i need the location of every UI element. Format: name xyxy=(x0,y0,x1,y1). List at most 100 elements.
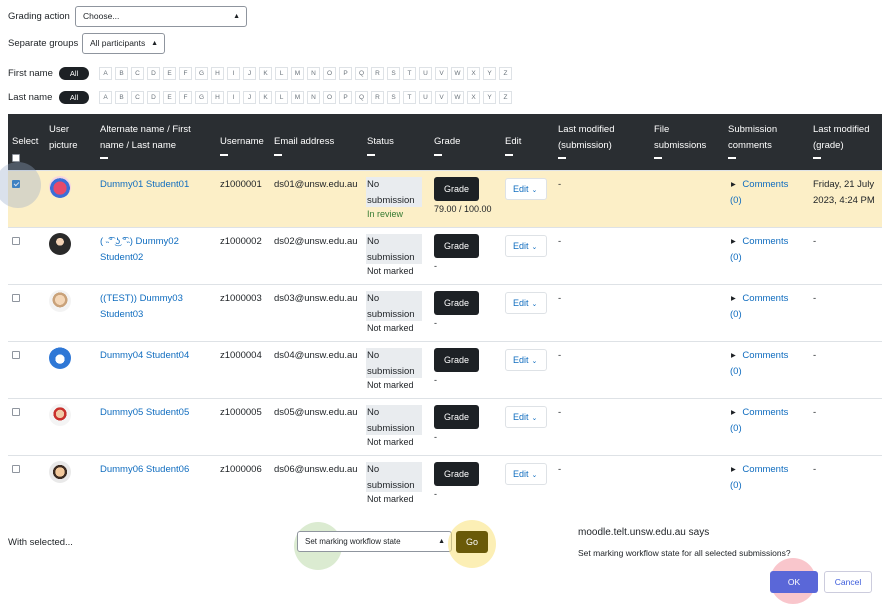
last-name-letter-d[interactable]: D xyxy=(147,90,160,104)
last-name-letter-u[interactable]: U xyxy=(419,90,432,104)
first-name-letter-v[interactable]: V xyxy=(435,66,448,80)
grade-button[interactable]: Grade xyxy=(434,291,479,315)
edit-menu-button[interactable]: Edit ⌄ xyxy=(505,463,547,485)
bulk-action-select[interactable]: Set marking workflow state ▲︎ xyxy=(297,531,452,552)
last-name-letter-a[interactable]: A xyxy=(99,90,112,104)
last-name-letter-o[interactable]: O xyxy=(323,90,336,104)
grading-action-select[interactable]: Choose... ▲︎ xyxy=(75,6,247,27)
first-name-letter-u[interactable]: U xyxy=(419,66,432,80)
first-name-letter-h[interactable]: H xyxy=(211,66,224,80)
first-name-letter-i[interactable]: I xyxy=(227,66,240,80)
first-name-letter-s[interactable]: S xyxy=(387,66,400,80)
header-select[interactable]: Select xyxy=(12,134,38,162)
header-edit[interactable]: Edit xyxy=(505,134,521,156)
last-name-letter-b[interactable]: B xyxy=(115,90,128,104)
first-name-letter-a[interactable]: A xyxy=(99,66,112,80)
first-name-letter-t[interactable]: T xyxy=(403,66,416,80)
first-name-letter-o[interactable]: O xyxy=(323,66,336,80)
sort-icon[interactable] xyxy=(274,153,282,156)
student-name-link[interactable]: Dummy05 Student05 xyxy=(100,405,210,421)
last-name-letter-q[interactable]: Q xyxy=(355,90,368,104)
last-name-letter-f[interactable]: F xyxy=(179,90,192,104)
edit-menu-button[interactable]: Edit ⌄ xyxy=(505,406,547,428)
student-name-link[interactable]: ( ˵͡° ͜ʖ ͡°˵) Dummy02 Student02 xyxy=(100,234,210,265)
first-name-letter-e[interactable]: E xyxy=(163,66,176,80)
grade-button[interactable]: Grade xyxy=(434,462,479,486)
comments-toggle[interactable]: ▸ Comments (0) xyxy=(730,291,801,322)
edit-menu-button[interactable]: Edit ⌄ xyxy=(505,178,547,200)
row-checkbox[interactable] xyxy=(12,351,20,359)
last-name-letter-y[interactable]: Y xyxy=(483,90,496,104)
avatar[interactable] xyxy=(49,461,71,483)
last-name-letter-j[interactable]: J xyxy=(243,90,256,104)
header-grade[interactable]: Grade xyxy=(434,134,460,156)
first-name-letter-p[interactable]: P xyxy=(339,66,352,80)
grade-button[interactable]: Grade xyxy=(434,234,479,258)
header-file-submissions[interactable]: File submissions xyxy=(654,122,714,159)
row-checkbox[interactable] xyxy=(12,465,20,473)
edit-menu-button[interactable]: Edit ⌄ xyxy=(505,349,547,371)
first-name-letter-k[interactable]: K xyxy=(259,66,272,80)
first-name-letter-q[interactable]: Q xyxy=(355,66,368,80)
header-email[interactable]: Email address xyxy=(274,134,334,156)
grade-button[interactable]: Grade xyxy=(434,405,479,429)
last-name-letter-m[interactable]: M xyxy=(291,90,304,104)
cancel-button[interactable]: Cancel xyxy=(824,571,872,593)
row-checkbox[interactable] xyxy=(12,294,20,302)
avatar[interactable] xyxy=(49,290,71,312)
row-checkbox[interactable] xyxy=(12,237,20,245)
sort-icon[interactable] xyxy=(434,153,442,156)
header-username[interactable]: Username xyxy=(220,134,264,156)
go-button[interactable]: Go xyxy=(456,531,488,553)
first-name-letter-x[interactable]: X xyxy=(467,66,480,80)
last-name-letter-n[interactable]: N xyxy=(307,90,320,104)
row-checkbox[interactable] xyxy=(12,408,20,416)
last-name-letter-h[interactable]: H xyxy=(211,90,224,104)
first-name-letter-d[interactable]: D xyxy=(147,66,160,80)
last-name-letter-v[interactable]: V xyxy=(435,90,448,104)
last-name-letter-g[interactable]: G xyxy=(195,90,208,104)
student-name-link[interactable]: Dummy06 Student06 xyxy=(100,462,210,478)
first-name-letter-f[interactable]: F xyxy=(179,66,192,80)
header-submission-comments[interactable]: Submission comments xyxy=(728,122,798,159)
first-name-letter-g[interactable]: G xyxy=(195,66,208,80)
first-name-letter-b[interactable]: B xyxy=(115,66,128,80)
last-name-letter-r[interactable]: R xyxy=(371,90,384,104)
comments-toggle[interactable]: ▸ Comments (0) xyxy=(730,177,801,208)
student-name-link[interactable]: Dummy04 Student04 xyxy=(100,348,210,364)
grade-button[interactable]: Grade xyxy=(434,348,479,372)
first-name-letter-m[interactable]: M xyxy=(291,66,304,80)
last-name-all[interactable]: All xyxy=(59,90,89,104)
avatar[interactable] xyxy=(49,404,71,426)
sort-icon[interactable] xyxy=(505,153,513,156)
ok-button[interactable]: OK xyxy=(770,571,818,593)
comments-toggle[interactable]: ▸ Comments (0) xyxy=(730,234,801,265)
header-last-modified-submission[interactable]: Last modified (submission) xyxy=(558,122,638,159)
first-name-letter-y[interactable]: Y xyxy=(483,66,496,80)
last-name-letter-x[interactable]: X xyxy=(467,90,480,104)
comments-toggle[interactable]: ▸ Comments (0) xyxy=(730,462,801,493)
last-name-letter-l[interactable]: L xyxy=(275,90,288,104)
sort-icon[interactable] xyxy=(558,157,566,159)
first-name-letter-z[interactable]: Z xyxy=(499,66,512,80)
first-name-letter-j[interactable]: J xyxy=(243,66,256,80)
last-name-letter-p[interactable]: P xyxy=(339,90,352,104)
last-name-letter-k[interactable]: K xyxy=(259,90,272,104)
last-name-letter-s[interactable]: S xyxy=(387,90,400,104)
first-name-letter-w[interactable]: W xyxy=(451,66,464,80)
last-name-letter-t[interactable]: T xyxy=(403,90,416,104)
sort-icon[interactable] xyxy=(220,153,228,156)
last-name-letter-i[interactable]: I xyxy=(227,90,240,104)
comments-toggle[interactable]: ▸ Comments (0) xyxy=(730,348,801,379)
sort-icon[interactable] xyxy=(813,157,821,159)
last-name-letter-c[interactable]: C xyxy=(131,90,144,104)
student-name-link[interactable]: ((TEST)) Dummy03 Student03 xyxy=(100,291,210,322)
avatar[interactable] xyxy=(49,233,71,255)
sort-icon[interactable] xyxy=(654,157,662,159)
grade-button[interactable]: Grade xyxy=(434,177,479,201)
groups-select[interactable]: All participants ▲︎ xyxy=(82,33,165,54)
avatar[interactable] xyxy=(49,347,71,369)
last-name-letter-z[interactable]: Z xyxy=(499,90,512,104)
comments-toggle[interactable]: ▸ Comments (0) xyxy=(730,405,801,436)
first-name-letter-c[interactable]: C xyxy=(131,66,144,80)
